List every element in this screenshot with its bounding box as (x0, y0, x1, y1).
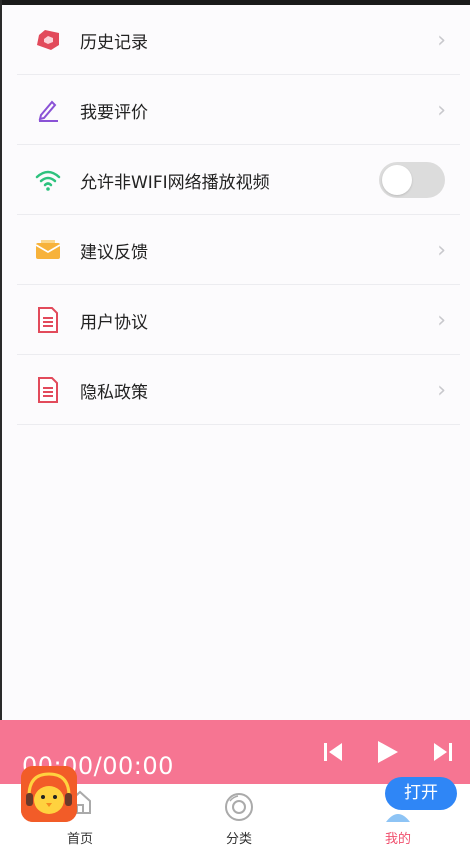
menu-item-label: 隐私政策 (80, 382, 148, 403)
menu-item-label: 允许非WIFI网络播放视频 (80, 172, 270, 193)
menu-item-label: 我要评价 (80, 102, 148, 123)
menu-item-label: 历史记录 (80, 32, 148, 53)
wifi-video-toggle[interactable] (379, 162, 445, 198)
chevron-right-icon: › (437, 27, 446, 53)
open-app-button[interactable]: 打开 (385, 777, 457, 810)
menu-item-label: 用户协议 (80, 312, 148, 333)
document-icon (34, 306, 62, 334)
chevron-right-icon: › (437, 307, 446, 333)
document-icon (34, 376, 62, 404)
menu-item-wifi-video: 允许非WIFI网络播放视频 (2, 145, 470, 215)
envelope-icon (34, 236, 62, 264)
chevron-right-icon: › (437, 237, 446, 263)
chick-logo-icon[interactable] (21, 766, 77, 822)
chevron-right-icon: › (437, 377, 446, 403)
play-button[interactable] (373, 738, 401, 766)
tab-category[interactable]: 分类 (179, 784, 299, 845)
previous-track-button[interactable] (320, 738, 348, 766)
menu-item-privacy-policy[interactable]: 隐私政策 › (2, 355, 470, 425)
history-icon (34, 26, 62, 54)
pencil-icon (34, 96, 62, 124)
menu-item-history[interactable]: 历史记录 › (2, 5, 470, 75)
tab-label: 首页 (66, 832, 93, 845)
menu-item-user-agreement[interactable]: 用户协议 › (2, 285, 470, 355)
settings-menu: 历史记录 › 我要评价 › 允许非WIFI网络播放视频 建议反馈 › 用户协议 … (2, 5, 470, 425)
menu-item-rate[interactable]: 我要评价 › (2, 75, 470, 145)
tab-label: 分类 (225, 832, 252, 845)
menu-item-label: 建议反馈 (80, 242, 148, 263)
next-track-button[interactable] (428, 738, 456, 766)
wifi-icon (34, 166, 62, 194)
toggle-knob (382, 165, 412, 195)
tab-label: 我的 (384, 832, 411, 845)
menu-item-feedback[interactable]: 建议反馈 › (2, 215, 470, 285)
disc-icon (224, 792, 254, 826)
chevron-right-icon: › (437, 97, 446, 123)
